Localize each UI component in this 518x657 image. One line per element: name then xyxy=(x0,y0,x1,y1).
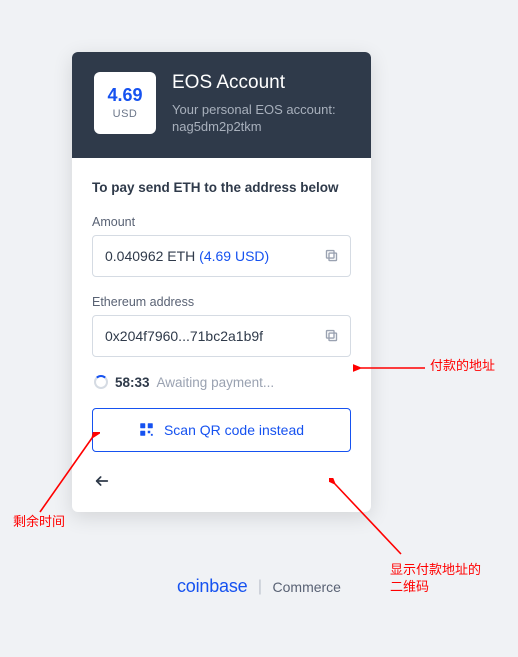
product-title: EOS Account xyxy=(172,72,349,95)
amount-usd: (4.69 USD) xyxy=(199,248,269,264)
amount-value: 0.040962 ETH xyxy=(105,248,199,264)
status-row: 58:33 Awaiting payment... xyxy=(92,375,351,390)
copy-amount-button[interactable] xyxy=(320,245,342,267)
copy-icon xyxy=(324,328,339,343)
address-field[interactable]: 0x204f7960...71bc2a1b9f xyxy=(92,315,351,357)
copy-address-button[interactable] xyxy=(320,325,342,347)
pay-instruction: To pay send ETH to the address below xyxy=(92,180,351,195)
payment-card: 4.69 USD EOS Account Your personal EOS a… xyxy=(72,52,371,512)
annotation-arrow xyxy=(34,432,100,518)
card-header: 4.69 USD EOS Account Your personal EOS a… xyxy=(72,52,371,158)
copy-icon xyxy=(324,248,339,263)
address-value: 0x204f7960...71bc2a1b9f xyxy=(105,328,263,344)
countdown-timer: 58:33 xyxy=(115,375,150,390)
annotation-timer: 剩余时间 xyxy=(13,514,65,531)
annotation-arrow xyxy=(329,478,409,560)
qr-icon xyxy=(139,422,154,437)
annotation-address: 付款的地址 xyxy=(430,358,495,375)
header-text: EOS Account Your personal EOS account: n… xyxy=(172,72,349,136)
annotation-arrow xyxy=(353,363,427,375)
status-text: Awaiting payment... xyxy=(157,375,275,390)
price-amount: 4.69 xyxy=(107,86,142,104)
price-currency: USD xyxy=(113,108,138,120)
card-body: To pay send ETH to the address below Amo… xyxy=(72,158,371,512)
product-subtitle: Your personal EOS account: nag5dm2p2tkm xyxy=(172,101,349,136)
address-label: Ethereum address xyxy=(92,295,351,309)
amount-field[interactable]: 0.040962 ETH (4.69 USD) xyxy=(92,235,351,277)
scan-qr-label: Scan QR code instead xyxy=(164,422,304,438)
footer-separator: | xyxy=(258,578,262,595)
annotation-qr: 显示付款地址的 二维码 xyxy=(390,562,481,596)
coinbase-logo: coinbase xyxy=(177,576,247,596)
amount-label: Amount xyxy=(92,215,351,229)
price-box: 4.69 USD xyxy=(94,72,156,134)
scan-qr-button[interactable]: Scan QR code instead xyxy=(92,408,351,452)
spinner-icon xyxy=(94,375,108,389)
commerce-label: Commerce xyxy=(273,579,341,595)
